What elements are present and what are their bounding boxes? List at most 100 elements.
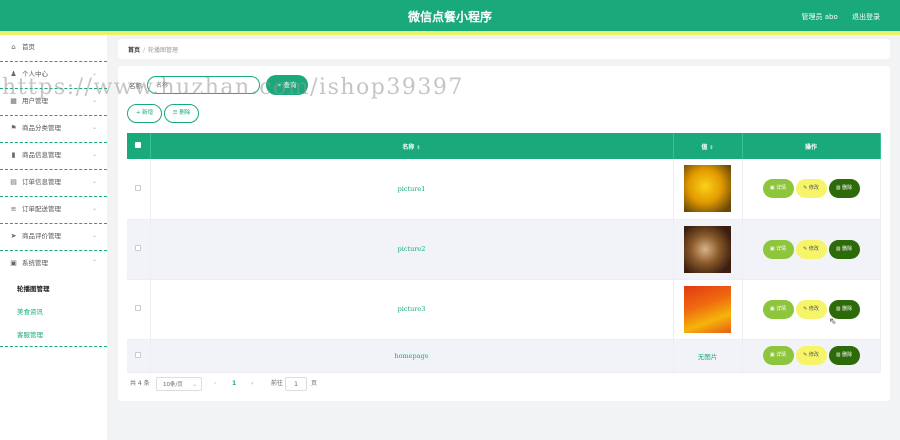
main-card: 名称 ⌕ 查询 + 新增 ☰ 删除 名称⇕ 值⇕ 操作 picture1 ▣ 详… bbox=[118, 66, 890, 401]
flag-icon: ⚑ bbox=[10, 124, 17, 132]
sidebar-subitem-service[interactable]: 客服管理 bbox=[0, 324, 107, 347]
sidebar-item-products[interactable]: ▮ 商品信息管理 ⌄ bbox=[0, 143, 107, 170]
sidebar-item-reviews[interactable]: ➤ 商品评价管理 ⌄ bbox=[0, 224, 107, 251]
table-header-row: 名称 ⇕ 值 ⇕ 操作 bbox=[127, 133, 881, 159]
edit-icon: ✎ bbox=[803, 245, 808, 252]
breadcrumb-current: 轮播图管理 bbox=[148, 47, 179, 54]
home-icon: ⌂ bbox=[11, 43, 16, 51]
detail-button[interactable]: ▣ 详情 bbox=[762, 179, 794, 199]
detail-button[interactable]: ▣ 详情 bbox=[762, 299, 794, 319]
sliders-icon: ≡ bbox=[10, 205, 17, 213]
sidebar-item-label: 订单信息管理 bbox=[22, 178, 61, 186]
sidebar-item-label: 商品信息管理 bbox=[22, 151, 61, 159]
name-cell: picture2 bbox=[150, 219, 674, 280]
logout-link[interactable]: 退出登录 bbox=[852, 13, 880, 21]
delete-label: 删除 bbox=[842, 352, 853, 358]
chevron-down-icon: ⌄ bbox=[91, 205, 97, 212]
column-header-value[interactable]: 值 ⇕ bbox=[673, 133, 743, 159]
actions-cell: ▣ 详情 ✎ 修改 ▥ 删除 bbox=[742, 279, 881, 340]
edit-label: 修改 bbox=[808, 245, 819, 252]
row-checkbox-cell bbox=[127, 339, 151, 373]
detail-button[interactable]: ▣ 详情 bbox=[762, 239, 794, 259]
chevron-down-icon: ⌄ bbox=[91, 124, 97, 131]
carousel-image[interactable] bbox=[684, 225, 731, 273]
add-button[interactable]: + 新增 bbox=[127, 104, 162, 123]
order-icon: ▤ bbox=[10, 178, 17, 186]
sidebar-item-delivery[interactable]: ≡ 订单配送管理 ⌄ bbox=[0, 197, 107, 224]
row-checkbox[interactable] bbox=[135, 351, 142, 358]
page-size-select[interactable]: 10条/页 ⌄ bbox=[156, 377, 202, 391]
prev-page-button[interactable]: ‹ bbox=[214, 377, 216, 391]
sidebar-item-home[interactable]: ⌂ 首页 bbox=[0, 35, 107, 62]
delete-button[interactable]: ▥ 删除 bbox=[828, 299, 860, 319]
column-header-label: 名称 bbox=[402, 143, 415, 151]
delete-button[interactable]: ▥ 删除 bbox=[828, 346, 860, 365]
sort-icon: ⇕ bbox=[709, 144, 714, 151]
goto-page-input[interactable]: 1 bbox=[285, 377, 307, 391]
detail-button[interactable]: ▣ 详情 bbox=[762, 346, 794, 365]
row-checkbox-cell bbox=[127, 219, 151, 280]
edit-button[interactable]: ✎ 修改 bbox=[795, 179, 827, 199]
row-checkbox-cell bbox=[127, 159, 151, 220]
edit-button[interactable]: ✎ 修改 bbox=[795, 239, 827, 259]
column-header-label: 值 bbox=[701, 143, 708, 151]
mouse-cursor-icon: ⇖ bbox=[829, 317, 837, 327]
plus-icon: + bbox=[135, 110, 141, 116]
actions-cell: ▣ 详情 ✎ 修改 ▥ 删除 bbox=[742, 159, 881, 220]
page-unit-label: 页 bbox=[311, 380, 318, 387]
trash-icon: ▥ bbox=[835, 245, 841, 252]
delete-button[interactable]: ▥ 删除 bbox=[828, 179, 860, 199]
edit-label: 修改 bbox=[808, 305, 819, 312]
detail-icon: ▣ bbox=[769, 185, 775, 192]
select-all-checkbox[interactable] bbox=[135, 142, 142, 148]
value-cell bbox=[673, 279, 743, 340]
carousel-table: 名称 ⇕ 值 ⇕ 操作 picture1 ▣ 详情 ✎ 修改 ▥ 删除 picture2… bbox=[127, 133, 881, 373]
sidebar-subitem-news[interactable]: 美食资讯 bbox=[0, 301, 107, 324]
carousel-image[interactable] bbox=[684, 285, 731, 333]
detail-label: 详情 bbox=[776, 245, 787, 252]
next-page-button[interactable]: › bbox=[251, 377, 253, 391]
chevron-down-icon: ⌄ bbox=[91, 178, 97, 185]
app-title: 微信点餐小程序 bbox=[407, 10, 492, 24]
column-header-name[interactable]: 名称 ⇕ bbox=[150, 133, 674, 159]
edit-button[interactable]: ✎ 修改 bbox=[795, 299, 827, 319]
detail-icon: ▣ bbox=[769, 305, 775, 312]
sidebar-item-label: 商品分类管理 bbox=[22, 124, 61, 132]
sidebar-item-orders[interactable]: ▤ 订单信息管理 ⌄ bbox=[0, 170, 107, 197]
delete-label: 删除 bbox=[842, 245, 853, 252]
select-all-cell bbox=[127, 133, 151, 159]
row-checkbox-cell bbox=[127, 279, 151, 340]
no-image-text: 无图片 bbox=[697, 352, 718, 361]
top-bar: 微信点餐小程序 管理员 abo 退出登录 bbox=[0, 0, 900, 31]
accent-strip bbox=[0, 31, 900, 35]
carousel-image[interactable] bbox=[684, 165, 731, 213]
delete-button[interactable]: ▥ 删除 bbox=[828, 239, 860, 259]
detail-label: 详情 bbox=[776, 305, 787, 312]
table-row: picture1 ▣ 详情 ✎ 修改 ▥ 删除 bbox=[127, 159, 881, 220]
watermark: https://www.huzhan.com/ishop39397 bbox=[2, 75, 464, 100]
edit-icon: ✎ bbox=[803, 352, 808, 358]
page-number[interactable]: 1 bbox=[232, 377, 236, 391]
name-cell: homepage bbox=[150, 339, 674, 373]
sidebar-item-category[interactable]: ⚑ 商品分类管理 ⌄ bbox=[0, 116, 107, 143]
actions-cell: ▣ 详情 ✎ 修改 ▥ 删除 bbox=[742, 219, 881, 280]
add-button-label: 新增 bbox=[142, 110, 154, 116]
sidebar-item-label: 首页 bbox=[22, 43, 35, 51]
row-checkbox[interactable] bbox=[135, 184, 142, 191]
sidebar-subitem-carousel[interactable]: 轮播图管理 bbox=[0, 278, 107, 301]
actions-cell: ▣ 详情 ✎ 修改 ▥ 删除 bbox=[742, 339, 881, 373]
edit-button[interactable]: ✎ 修改 bbox=[795, 346, 827, 365]
chevron-down-icon: ⌄ bbox=[192, 382, 197, 388]
row-checkbox[interactable] bbox=[135, 305, 142, 311]
batch-delete-button[interactable]: ☰ 删除 bbox=[164, 104, 199, 123]
sidebar-item-system[interactable]: ▣ 系统管理 ⌃ bbox=[0, 251, 107, 278]
value-cell: 无图片 bbox=[673, 339, 743, 373]
delete-label: 删除 bbox=[842, 185, 853, 192]
trash-icon: ▥ bbox=[835, 352, 841, 358]
total-count: 共 4 条 bbox=[130, 380, 150, 387]
trash-icon: ▥ bbox=[835, 305, 841, 312]
row-checkbox[interactable] bbox=[135, 245, 142, 251]
breadcrumb-home[interactable]: 首页 bbox=[128, 47, 140, 54]
name-cell: picture1 bbox=[150, 159, 674, 220]
goto-label: 前往 bbox=[271, 380, 284, 387]
